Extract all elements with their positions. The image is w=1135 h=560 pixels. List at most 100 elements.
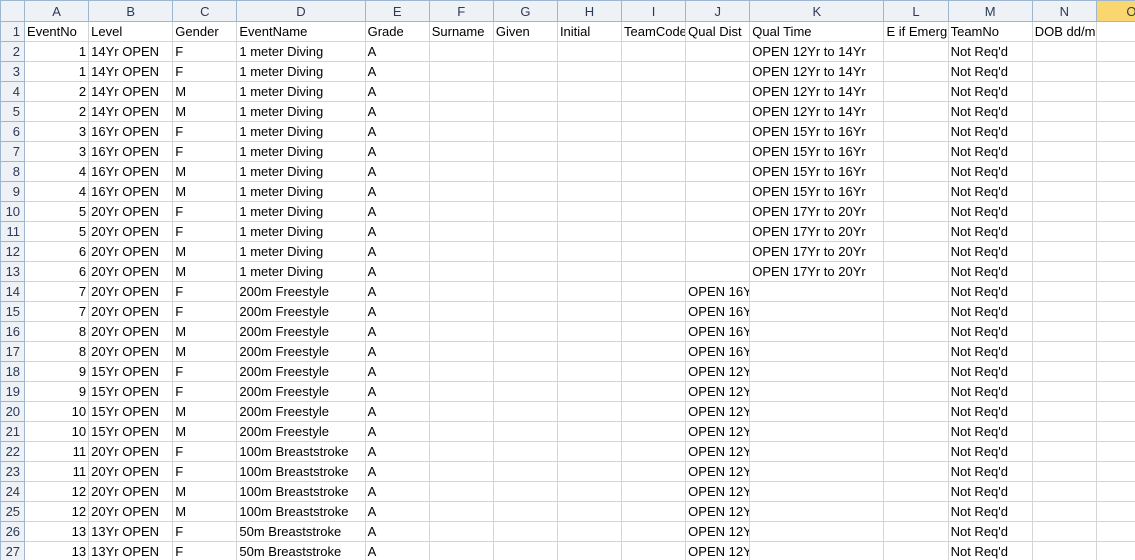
row-header[interactable]: 27 bbox=[0, 541, 26, 560]
cell-g[interactable] bbox=[492, 241, 558, 262]
cell-d[interactable]: 200m Freestyle bbox=[236, 321, 366, 342]
cell-b[interactable]: 20Yr OPEN bbox=[88, 321, 174, 342]
cell-a[interactable]: 11 bbox=[24, 461, 90, 482]
cell-d[interactable]: 1 meter Diving bbox=[236, 261, 366, 282]
cell-g[interactable] bbox=[492, 541, 558, 560]
cell-k[interactable]: OPEN 15Yr to 16Yr bbox=[749, 161, 885, 182]
cell-m[interactable]: Not Req'd bbox=[947, 321, 1033, 342]
cell-f[interactable] bbox=[428, 61, 494, 82]
cell-d[interactable]: 1 meter Diving bbox=[236, 121, 366, 142]
cell-d[interactable]: 1 meter Diving bbox=[236, 101, 366, 122]
cell-n[interactable] bbox=[1031, 281, 1097, 302]
cell-e[interactable]: A bbox=[364, 41, 430, 62]
column-header-f[interactable]: F bbox=[428, 0, 494, 22]
cell-o[interactable] bbox=[1095, 361, 1135, 382]
cell-b[interactable]: 16Yr OPEN bbox=[88, 161, 174, 182]
cell-h[interactable] bbox=[556, 361, 623, 382]
cell-f[interactable] bbox=[428, 201, 494, 222]
cell-g[interactable] bbox=[492, 481, 558, 502]
cell-m[interactable]: Not Req'd bbox=[947, 301, 1033, 322]
cell-b[interactable]: 15Yr OPEN bbox=[88, 421, 174, 442]
cell-c[interactable]: F bbox=[172, 221, 238, 242]
cell-m[interactable]: Not Req'd bbox=[947, 521, 1033, 542]
row-header[interactable]: 10 bbox=[0, 201, 26, 222]
cell-l[interactable] bbox=[883, 481, 949, 502]
cell-n[interactable] bbox=[1031, 161, 1097, 182]
cell-k[interactable] bbox=[749, 301, 885, 322]
cell-o[interactable] bbox=[1095, 221, 1135, 242]
cell-c[interactable]: F bbox=[172, 121, 238, 142]
cell-j[interactable] bbox=[685, 261, 751, 282]
cell-g[interactable] bbox=[492, 421, 558, 442]
column-header-e[interactable]: E bbox=[364, 0, 430, 22]
cell-f[interactable]: Surname bbox=[428, 21, 494, 42]
cell-c[interactable]: M bbox=[172, 401, 238, 422]
cell-o[interactable] bbox=[1095, 261, 1135, 282]
cell-j[interactable] bbox=[685, 161, 751, 182]
cell-n[interactable] bbox=[1031, 101, 1097, 122]
cell-f[interactable] bbox=[428, 161, 494, 182]
cell-j[interactable]: OPEN 12Yr to 15Yr bbox=[685, 401, 751, 422]
cell-g[interactable] bbox=[492, 221, 558, 242]
cell-d[interactable]: 1 meter Diving bbox=[236, 81, 366, 102]
cell-g[interactable] bbox=[492, 141, 558, 162]
column-header-i[interactable]: I bbox=[621, 0, 687, 22]
cell-k[interactable] bbox=[749, 481, 885, 502]
cell-a[interactable]: 7 bbox=[24, 281, 90, 302]
cell-m[interactable]: Not Req'd bbox=[947, 281, 1033, 302]
cell-a[interactable]: 7 bbox=[24, 301, 90, 322]
cell-b[interactable]: 15Yr OPEN bbox=[88, 381, 174, 402]
cell-l[interactable] bbox=[883, 301, 949, 322]
cell-a[interactable]: 5 bbox=[24, 201, 90, 222]
row-header[interactable]: 2 bbox=[0, 41, 26, 62]
cell-d[interactable]: 1 meter Diving bbox=[236, 221, 366, 242]
cell-l[interactable] bbox=[883, 121, 949, 142]
cell-f[interactable] bbox=[428, 101, 494, 122]
row-header[interactable]: 19 bbox=[0, 381, 26, 402]
cell-g[interactable] bbox=[492, 41, 558, 62]
row-header[interactable]: 21 bbox=[0, 421, 26, 442]
cell-b[interactable]: 16Yr OPEN bbox=[88, 181, 174, 202]
cell-l[interactable] bbox=[883, 461, 949, 482]
cell-j[interactable]: OPEN 12Yr to 20Yr bbox=[685, 501, 751, 522]
cell-m[interactable]: Not Req'd bbox=[947, 541, 1033, 560]
cell-i[interactable] bbox=[621, 421, 687, 442]
cell-j[interactable] bbox=[685, 141, 751, 162]
cell-m[interactable]: TeamNo bbox=[947, 21, 1033, 42]
cell-i[interactable] bbox=[621, 501, 687, 522]
cell-m[interactable]: Not Req'd bbox=[947, 101, 1033, 122]
cell-d[interactable]: 1 meter Diving bbox=[236, 61, 366, 82]
cell-i[interactable] bbox=[621, 181, 687, 202]
cell-k[interactable]: OPEN 12Yr to 14Yr bbox=[749, 81, 885, 102]
cell-h[interactable] bbox=[556, 401, 623, 422]
cell-c[interactable]: M bbox=[172, 501, 238, 522]
cell-h[interactable] bbox=[556, 321, 623, 342]
cell-i[interactable] bbox=[621, 401, 687, 422]
cell-i[interactable] bbox=[621, 381, 687, 402]
cell-e[interactable]: A bbox=[364, 501, 430, 522]
column-header-k[interactable]: K bbox=[749, 0, 885, 22]
cell-i[interactable] bbox=[621, 241, 687, 262]
cell-g[interactable] bbox=[492, 121, 558, 142]
cell-n[interactable] bbox=[1031, 301, 1097, 322]
cell-e[interactable]: A bbox=[364, 461, 430, 482]
cell-f[interactable] bbox=[428, 481, 494, 502]
cell-e[interactable]: A bbox=[364, 421, 430, 442]
cell-b[interactable]: 14Yr OPEN bbox=[88, 101, 174, 122]
cell-f[interactable] bbox=[428, 381, 494, 402]
column-header-g[interactable]: G bbox=[492, 0, 558, 22]
cell-e[interactable]: A bbox=[364, 541, 430, 560]
cell-l[interactable] bbox=[883, 241, 949, 262]
cell-k[interactable] bbox=[749, 421, 885, 442]
cell-k[interactable] bbox=[749, 361, 885, 382]
cell-m[interactable]: Not Req'd bbox=[947, 181, 1033, 202]
cell-e[interactable]: A bbox=[364, 141, 430, 162]
cell-e[interactable]: A bbox=[364, 341, 430, 362]
cell-m[interactable]: Not Req'd bbox=[947, 41, 1033, 62]
cell-k[interactable] bbox=[749, 401, 885, 422]
cell-l[interactable] bbox=[883, 361, 949, 382]
cell-h[interactable] bbox=[556, 201, 623, 222]
cell-o[interactable] bbox=[1095, 181, 1135, 202]
cell-f[interactable] bbox=[428, 401, 494, 422]
cell-g[interactable] bbox=[492, 321, 558, 342]
